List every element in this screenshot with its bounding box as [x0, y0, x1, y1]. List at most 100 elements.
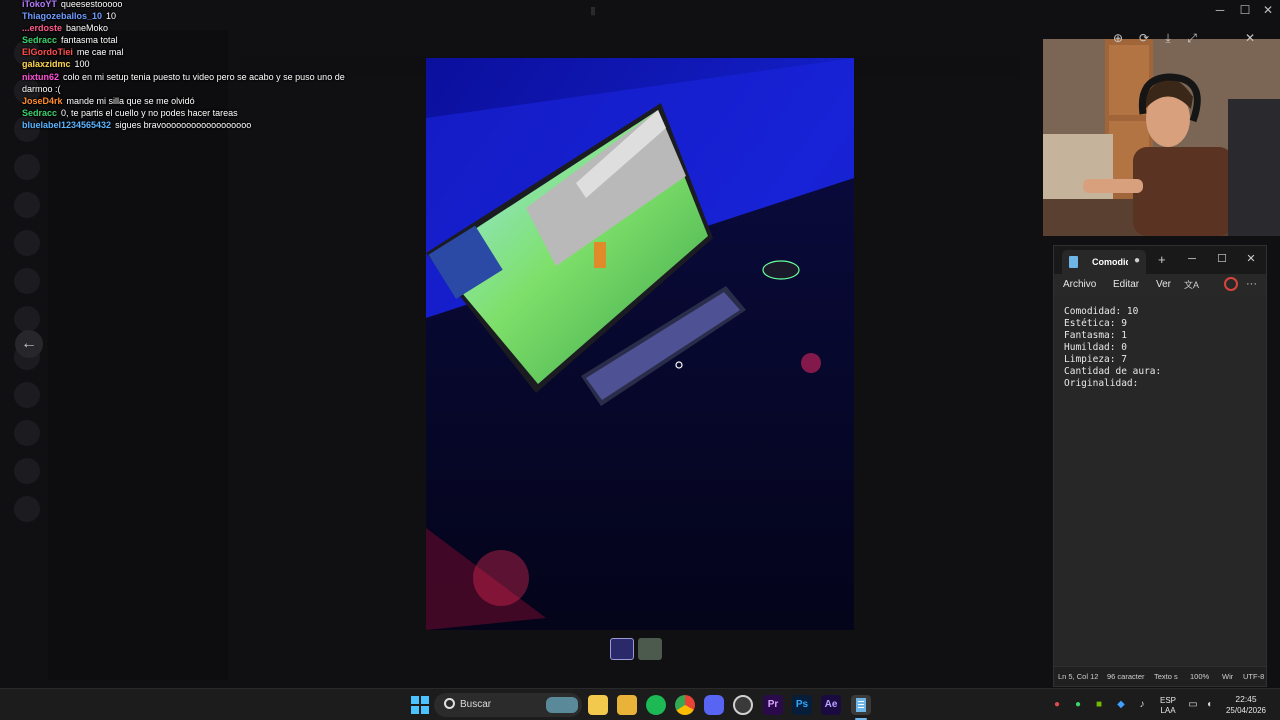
menu-view[interactable]: Ver [1156, 279, 1171, 290]
chat-username[interactable]: ElGordoTiei [22, 47, 73, 57]
screen: ▮ ← ─ ☐ ✕ iTokoYT queesestooooo Thiagoze… [0, 0, 1280, 720]
chat-username[interactable]: Sedracc [22, 108, 57, 118]
notepad-status-bar: Ln 5, Col 12 96 caracter Texto s 100% Wi… [1054, 666, 1266, 686]
premiere-icon[interactable]: Pr [763, 695, 783, 715]
chat-username[interactable]: ...erdoste [22, 23, 62, 33]
download-icon[interactable]: ⤓ [1158, 28, 1178, 48]
search-icon [444, 698, 455, 709]
back-button[interactable]: ← [15, 330, 43, 358]
status-format: Texto s [1154, 672, 1178, 681]
status-zoom[interactable]: 100% [1190, 672, 1209, 681]
setup-photo [426, 58, 854, 630]
taskbar: Buscar Pr Ps Ae ● ● ■ ◆ ♪ ESP LAA ▭ ◖ 22… [0, 688, 1280, 720]
webcam-image [1043, 39, 1280, 236]
network-icon[interactable]: ▭ [1186, 698, 1200, 712]
chrome-icon[interactable] [675, 695, 695, 715]
notepad-line: Cantidad de aura: [1064, 366, 1162, 377]
language-indicator-top[interactable]: ESP [1156, 696, 1180, 705]
rotate-icon[interactable]: ⟳ [1134, 28, 1154, 48]
volume-icon[interactable]: ◖ [1202, 698, 1216, 712]
arrow-left-icon: ← [21, 335, 37, 352]
status-cursor-position: Ln 5, Col 12 [1058, 672, 1099, 681]
chat-text: mande mi silla que se me olvidó [66, 95, 195, 106]
new-tab-button[interactable]: + [1158, 253, 1166, 266]
chat-username[interactable]: Sedracc [22, 35, 57, 45]
notepad-text-area[interactable]: Comodidad: 10 Estética: 9 Fantasma: 1 Humil… [1054, 296, 1266, 666]
notepad-tab-title: Comodid [1092, 257, 1128, 267]
chat-text: fantasma total [61, 35, 118, 46]
thumbnail-2[interactable] [638, 638, 662, 660]
photo-preview[interactable] [426, 58, 854, 630]
notepad-tab[interactable]: Comodid ● [1062, 250, 1146, 274]
notepad-tab-bar: Comodid ● + ─ ☐ ✕ [1054, 246, 1266, 274]
window-minimize-button[interactable]: ─ [1208, 0, 1232, 20]
status-character-count: 96 caracter [1107, 672, 1145, 681]
chat-message: Thiagozeballos_10 10 [22, 10, 352, 22]
chat-text: sigues bravoooooooooooooooooo [115, 119, 252, 130]
copilot-icon[interactable] [1224, 277, 1238, 291]
notepad-line: Estética: 9 [1064, 318, 1127, 329]
search-highlight-icon [546, 697, 578, 713]
menu-file[interactable]: Archivo [1063, 279, 1096, 290]
language-indicator-bottom[interactable]: LAA [1156, 706, 1180, 715]
chat-message: JoseD4rk mande mi silla que se me olvidó [22, 95, 352, 107]
window-close-button[interactable]: ✕ [1256, 0, 1280, 20]
chat-message: ElGordoTiei me cae mal [22, 46, 352, 58]
discord-icon[interactable] [704, 695, 724, 715]
chat-username[interactable]: bluelabel1234565432 [22, 120, 111, 130]
tray-app-icon[interactable]: ● [1050, 698, 1064, 712]
notepad-menu-bar: Archivo Editar Ver 文A ··· [1054, 274, 1266, 296]
notepad-minimize-button[interactable]: ─ [1182, 250, 1202, 268]
notepad-line: Limpieza: 7 [1064, 354, 1127, 365]
menu-edit[interactable]: Editar [1113, 279, 1139, 290]
image-toolbar: ⊕ ⟳ ⤓ ⤢ ✕ [1108, 28, 1278, 48]
clock-time[interactable]: 22:45 [1220, 694, 1272, 704]
chat-username[interactable]: iTokoYT [22, 0, 57, 9]
expand-icon[interactable]: ⤢ [1182, 28, 1202, 48]
window-maximize-button[interactable]: ☐ [1233, 0, 1257, 20]
chat-message: bluelabel1234565432 sigues bravoooooooooo… [22, 119, 352, 131]
chat-message: Sedracc fantasma total [22, 34, 352, 46]
tray-nvidia-icon[interactable]: ■ [1092, 698, 1106, 712]
chat-message: nixtun62 colo en mi setup tenia puesto tu… [22, 71, 352, 95]
chat-username[interactable]: Thiagozeballos_10 [22, 11, 102, 21]
chat-text: colo en mi setup tenia puesto tu video p… [22, 71, 345, 94]
microphone-icon[interactable]: ♪ [1135, 698, 1149, 712]
notepad-taskbar-icon[interactable] [851, 695, 871, 715]
chat-username[interactable]: nixtun62 [22, 72, 59, 82]
stream-chat-overlay: iTokoYT queesestooooo Thiagozeballos_10 10.… [22, 0, 352, 131]
search-placeholder: Buscar [460, 699, 492, 710]
close-viewer-icon[interactable]: ✕ [1240, 28, 1260, 48]
chat-message: galaxzidmc 100 [22, 58, 352, 70]
tray-shield-icon[interactable]: ◆ [1114, 698, 1128, 712]
translate-icon[interactable]: 文A [1184, 278, 1199, 291]
after-effects-icon[interactable]: Ae [821, 695, 841, 715]
chat-text: me cae mal [76, 47, 124, 58]
notepad-close-button[interactable]: ✕ [1241, 250, 1261, 268]
obs-icon[interactable] [733, 695, 753, 715]
widgets-icon[interactable] [588, 695, 608, 715]
status-encoding: UTF-8 [1243, 672, 1265, 681]
chat-username[interactable]: galaxzidmc [22, 59, 71, 69]
notepad-maximize-button[interactable]: ☐ [1212, 250, 1232, 268]
chat-text: 100 [74, 59, 90, 70]
spotify-icon[interactable] [646, 695, 666, 715]
file-explorer-icon[interactable] [617, 695, 637, 715]
notepad-line: Fantasma: 1 [1064, 330, 1127, 341]
chat-username[interactable]: JoseD4rk [22, 96, 63, 106]
zoom-icon[interactable]: ⊕ [1108, 28, 1128, 48]
more-options-icon[interactable]: ··· [1246, 278, 1257, 290]
chat-text: 0, te partis el cuello y no podes hacer … [61, 107, 238, 118]
clock-date[interactable]: 25/04/2026 [1220, 706, 1272, 715]
webcam-feed [1043, 39, 1280, 236]
taskbar-search[interactable]: Buscar [434, 693, 582, 717]
tray-spotify-icon[interactable]: ● [1071, 698, 1085, 712]
notepad-line: Comodidad: 10 [1064, 306, 1139, 317]
photoshop-icon[interactable]: Ps [792, 695, 812, 715]
notepad-window: Comodid ● + ─ ☐ ✕ Archivo Editar Ver 文A … [1053, 245, 1267, 687]
thumbnail-1[interactable] [610, 638, 634, 660]
windows-start-icon[interactable] [410, 695, 430, 715]
notepad-line: Originalidad: [1064, 378, 1139, 389]
status-line-ending: Wir [1222, 672, 1234, 681]
chat-message: ...erdoste baneMoko [22, 22, 352, 34]
